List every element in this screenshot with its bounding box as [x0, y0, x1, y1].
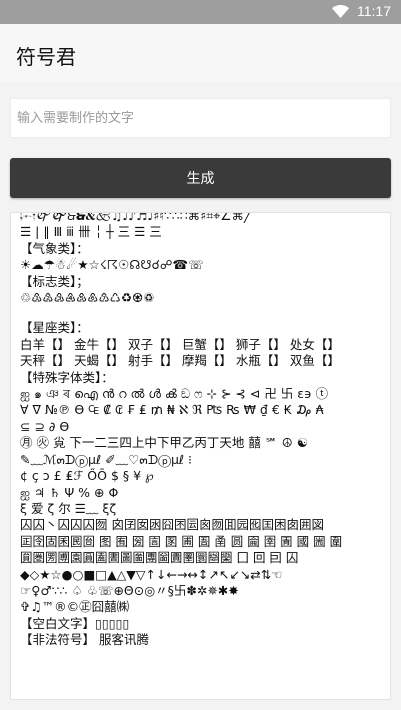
- output-line: ◆◇★☆●○■□▲△▼▽↑↓←→↔↕↗↖↙↘⇄⇅☜: [20, 566, 283, 582]
- output-line: 囸囹固囷囻囼 图 囿 圀 圁 圂 圃 圄 圅 圆 圇 圉 圊 國 圌 圍: [20, 533, 343, 549]
- output-line: 【空白文字】▯▯▯▯▯: [20, 615, 130, 631]
- output-line: ⊆ ⊇ ∂ ϴ: [20, 418, 70, 434]
- output-line: 【标志类】；: [20, 273, 89, 289]
- output-line: ஐ ๑ ঞ ৰ ഐ ൻ റ ൽ ൾ ൿ ඞ ෆ ⊹ ⊱ ⊰ ⊲ 卍 卐 ε϶ ⓣ: [20, 386, 329, 402]
- output-line: 【非法符号】 服客讯腾: [20, 632, 149, 648]
- output-line: ✎﹏ℳ๓ᗪⓟμℓ ✐﹏♡๓ᗪⓟμℓ ⁝: [20, 451, 193, 467]
- text-input[interactable]: [11, 99, 390, 137]
- output-line: 【特殊字体类】：: [20, 369, 114, 385]
- output-line: ¢ ç ↄ £ ₤ℱ ŐŌ $ § ¥ ℘: [20, 468, 154, 484]
- output-line: 囚囚丶囚囚囚囫 囟囝囡囦囧囨囩囪囫囬园囮囯困囱囲図: [20, 517, 324, 533]
- text-input-container[interactable]: [10, 98, 391, 138]
- output-line: 白羊【】 金牛【】 双子【】 巨蟹【】 狮子【】 处女【】: [20, 336, 340, 352]
- output-blank-line: [20, 306, 384, 320]
- output-line: ∀ ∇ №℗ ϴ ₠ ₡ ₢ ₣ ₤ ₥ ₦ ℵ ℜ ₧ ₨ ₩ ₫ € ₭ ₯…: [20, 402, 324, 418]
- output-line: ξ 爱 ζ 尔 ☰﹏ ξζ: [20, 500, 117, 516]
- output-line: ㊊ ㊋ 㝸 下一二三四上中下甲乙丙丁天地 囍 ℠ ☮ ☯: [20, 435, 308, 451]
- output-line: 【气象类】：: [20, 240, 89, 256]
- output-line: 圎圏圐圑園圓圔圕圖圗團圙圚圛圜圝圞 囗 回 囙 囚: [20, 550, 299, 566]
- output-line: 【星座类】：: [20, 320, 89, 336]
- app-title: 符号君: [16, 45, 76, 69]
- app-bar: 符号君: [0, 24, 401, 82]
- output-line: ☀☁☂☃☄★☆☇☈☉☊☋☌☍☎☏: [20, 257, 204, 273]
- output-line: ✞♫™®©㊣囧囍㈱: [20, 599, 130, 615]
- output-line: ஐ ♃ ♄ Ψ % ⊕ Φ: [20, 484, 119, 500]
- status-right: 11:17: [332, 3, 391, 19]
- wifi-icon: [332, 4, 349, 18]
- generate-button[interactable]: 生成: [10, 158, 391, 198]
- output-line: 🙭🙮🙯🙰🙱🙲🙳🙴🙵♫♩♪♬♩♯♮∵∴∷⌘♯⌗⌖∠⌘╱: [20, 212, 252, 223]
- output-text: 🙭🙮🙯🙰🙱🙲🙳🙴🙵♫♩♪♬♩♯♮∵∴∷⌘♯⌗⌖∠⌘╱ ☰ | ‖ Ⅲ ⅲ 卌 ╎…: [11, 212, 390, 649]
- status-time: 11:17: [357, 3, 391, 19]
- status-bar: 11:17: [0, 0, 401, 24]
- output-panel[interactable]: 🙭🙮🙯🙰🙱🙲🙳🙴🙵♫♩♪♬♩♯♮∵∴∷⌘♯⌗⌖∠⌘╱ ☰ | ‖ Ⅲ ⅲ 卌 ╎…: [10, 212, 391, 700]
- output-line: ☞♀♂∵∴ ♤ ♧☏⊕Θ⊙◎〃§卐✽✲✵✱✸: [20, 582, 239, 598]
- output-line: 天秤【】 天蝎【】 射手【】 摩羯【】 水瓶【】 双鱼【】: [20, 353, 340, 369]
- output-line: ♲♳♴♵♶♷♸♹♺♻♼♽: [20, 290, 155, 306]
- output-line: ☰ | ‖ Ⅲ ⅲ 卌 ╎ ┼ 三 ☰ 三: [20, 224, 162, 240]
